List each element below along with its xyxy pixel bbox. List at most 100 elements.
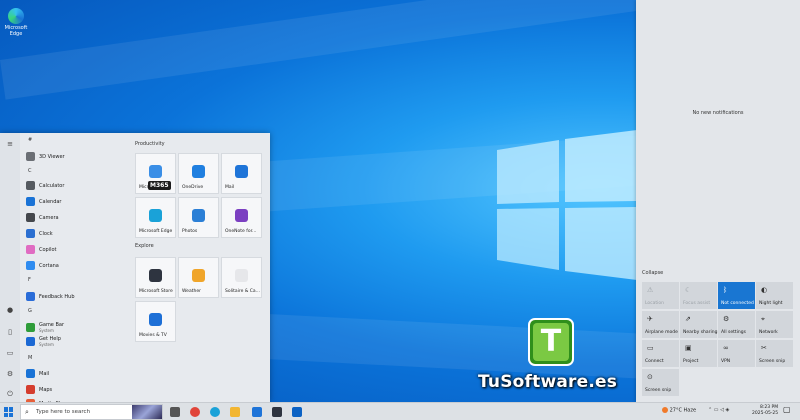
quick-action-tile[interactable]: ▭ Connect [642, 340, 679, 367]
quick-action-label: Not connected [721, 301, 754, 306]
quick-action-tile[interactable]: ⚙ All settings [718, 311, 755, 338]
tile-group-title[interactable]: Productivity [135, 141, 165, 147]
moon-icon: ☾ [685, 286, 692, 294]
tile-icon [149, 312, 162, 326]
app-label: Cortana [39, 262, 59, 269]
network-icon: ⌖ [761, 315, 765, 323]
user-icon[interactable]: ● [5, 305, 15, 315]
clock[interactable]: 8:23 PM 2025-05-25 [752, 405, 778, 417]
bluetooth-icon: ᛒ [723, 286, 728, 294]
app-icon [26, 368, 35, 378]
action-center-icon[interactable]: ▢ [783, 405, 791, 414]
start-tile[interactable]: OneNote for... [221, 197, 262, 238]
app-label-wrap: Mail [39, 370, 49, 377]
quick-action-label: Screen snip [645, 388, 672, 393]
mail-icon[interactable] [252, 407, 262, 417]
start-tile[interactable]: Mail [221, 153, 262, 194]
m365-badge: M365 [148, 181, 171, 190]
settings-gear-icon[interactable]: ⚙ [5, 369, 15, 379]
start-tile[interactable]: Weather [178, 257, 219, 298]
tile-label: Weather [182, 289, 201, 294]
watermark-logo-letter: T [533, 323, 569, 361]
start-tile[interactable]: Microsoft Store [135, 257, 176, 298]
tile-group-title[interactable]: Explore [135, 243, 154, 249]
quick-action-tile[interactable]: ᛒ Not connected [718, 282, 755, 309]
app-label-wrap: Clock [39, 230, 53, 237]
power-icon[interactable]: ⏻ [5, 389, 15, 399]
start-tile[interactable]: Photos [178, 197, 219, 238]
app-list-letter-header[interactable]: C [28, 168, 32, 174]
quick-action-tile[interactable]: ⊙ Screen snip [642, 369, 679, 396]
edge-icon[interactable] [210, 407, 220, 417]
edge-icon [8, 8, 24, 24]
tile-icon [235, 208, 248, 222]
app-label: Feedback Hub [39, 293, 75, 300]
desktop-shortcut-edge[interactable]: Microsoft Edge [3, 8, 29, 37]
app-list-item[interactable]: 3D Viewer [26, 150, 65, 162]
pictures-icon[interactable]: ▭ [5, 348, 15, 358]
app-label: Camera [39, 214, 59, 221]
quick-action-tile[interactable]: ▣ Project [680, 340, 717, 367]
app-icon [26, 322, 35, 332]
quick-action-tile[interactable]: ✈ Airplane mode [642, 311, 679, 338]
app-icon [26, 180, 35, 190]
project-icon: ▣ [685, 344, 692, 352]
start-tile[interactable]: OneDrive [178, 153, 219, 194]
tile-label: Movies & TV [139, 333, 167, 338]
no-notifications-text: No new notifications [692, 110, 744, 116]
file-explorer-icon[interactable] [230, 407, 240, 417]
app-list-item[interactable]: Game Bar System [26, 321, 64, 333]
app-sublabel: System [39, 328, 54, 333]
app-sublabel: System [39, 342, 54, 347]
taskbar-search-box[interactable]: ⌕ Type here to search [20, 404, 163, 420]
app-list-item[interactable]: Cortana [26, 259, 59, 271]
tile-label: Microsoft Store [139, 289, 173, 294]
app-icon [26, 228, 35, 238]
collapse-link[interactable]: Collapse [642, 270, 663, 276]
hamburger-menu-icon[interactable]: ≡ [5, 139, 15, 149]
app-list-letter-header[interactable]: M [28, 355, 32, 361]
start-button[interactable] [4, 407, 14, 417]
app-list-item[interactable]: Get Help System [26, 335, 61, 347]
start-tile[interactable]: Microsoft Edge [135, 197, 176, 238]
app-icon [26, 291, 35, 301]
start-tile[interactable]: Movies & TV [135, 301, 176, 342]
app-list-item[interactable]: Copilot [26, 243, 57, 255]
taskbar: ⌕ Type here to search 27°C Haze ⌃ ▭ ◁ ◈ … [0, 402, 800, 420]
quick-action-tile[interactable]: ☾ Focus assist [680, 282, 717, 309]
quick-action-tile[interactable]: ⚠ Location [642, 282, 679, 309]
app-list-item[interactable]: Clock [26, 227, 53, 239]
app-list-item[interactable]: Feedback Hub [26, 290, 75, 302]
app-list-item[interactable]: Mail [26, 367, 49, 379]
quick-action-label: All settings [721, 330, 746, 335]
quick-action-tile[interactable]: ◐ Night light [756, 282, 793, 309]
app-icon [26, 212, 35, 222]
tile-label: Microsoft Edge [139, 229, 173, 234]
app-label-wrap: Maps [39, 386, 52, 393]
app-list-letter-header[interactable]: # [28, 137, 32, 143]
share-icon: ⇗ [685, 315, 691, 323]
documents-icon[interactable]: ▯ [5, 327, 15, 337]
quick-action-tile[interactable]: ⇗ Nearby sharing [680, 311, 717, 338]
tray-icons[interactable]: ⌃ ▭ ◁ ◈ [708, 407, 729, 413]
quick-action-tile[interactable]: ⌖ Network [756, 311, 793, 338]
tile-label: Mail [225, 185, 235, 190]
task-view-icon[interactable] [170, 407, 180, 417]
store-icon[interactable] [272, 407, 282, 417]
chrome-icon[interactable] [190, 407, 200, 417]
quick-action-tile[interactable]: ∞ VPN [718, 340, 755, 367]
app-list-item[interactable]: Camera [26, 211, 59, 223]
app-list-item[interactable]: Calculator [26, 179, 64, 191]
app-list-item[interactable]: Calendar [26, 195, 61, 207]
app-list-letter-header[interactable]: F [28, 277, 31, 283]
quick-action-label: Network [759, 330, 778, 335]
quick-action-tile[interactable]: ✂ Screen snip [756, 340, 793, 367]
app-list-item[interactable]: Maps [26, 383, 52, 395]
start-tile[interactable]: Solitaire & Ca... [221, 257, 262, 298]
weather-widget[interactable]: 27°C Haze [662, 407, 696, 414]
quick-action-label: Airplane mode [645, 330, 678, 335]
screenshot-icon: ⊙ [647, 373, 653, 381]
app-list-letter-header[interactable]: G [28, 308, 32, 314]
outlook-icon[interactable] [292, 407, 302, 417]
quick-action-label: Focus assist [683, 301, 711, 306]
